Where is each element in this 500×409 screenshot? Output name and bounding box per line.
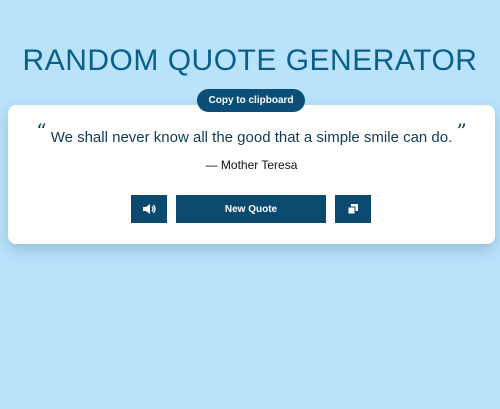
new-quote-button[interactable]: New Quote <box>176 195 326 223</box>
page-title: RANDOM QUOTE GENERATOR <box>22 44 478 77</box>
speaker-icon <box>142 203 156 215</box>
copy-button[interactable] <box>335 195 371 223</box>
copy-tooltip: Copy to clipboard <box>197 89 305 112</box>
quote-card: “ We shall never know all the good that … <box>8 105 495 244</box>
quote-author: — Mother Teresa <box>205 158 298 172</box>
speak-button[interactable] <box>131 195 167 223</box>
quote-text: We shall never know all the good that a … <box>50 129 453 146</box>
close-quote-icon: ” <box>456 119 467 143</box>
open-quote-icon: “ <box>36 119 47 143</box>
quote-text-block: “ We shall never know all the good that … <box>8 119 495 147</box>
copy-icon <box>347 203 359 215</box>
